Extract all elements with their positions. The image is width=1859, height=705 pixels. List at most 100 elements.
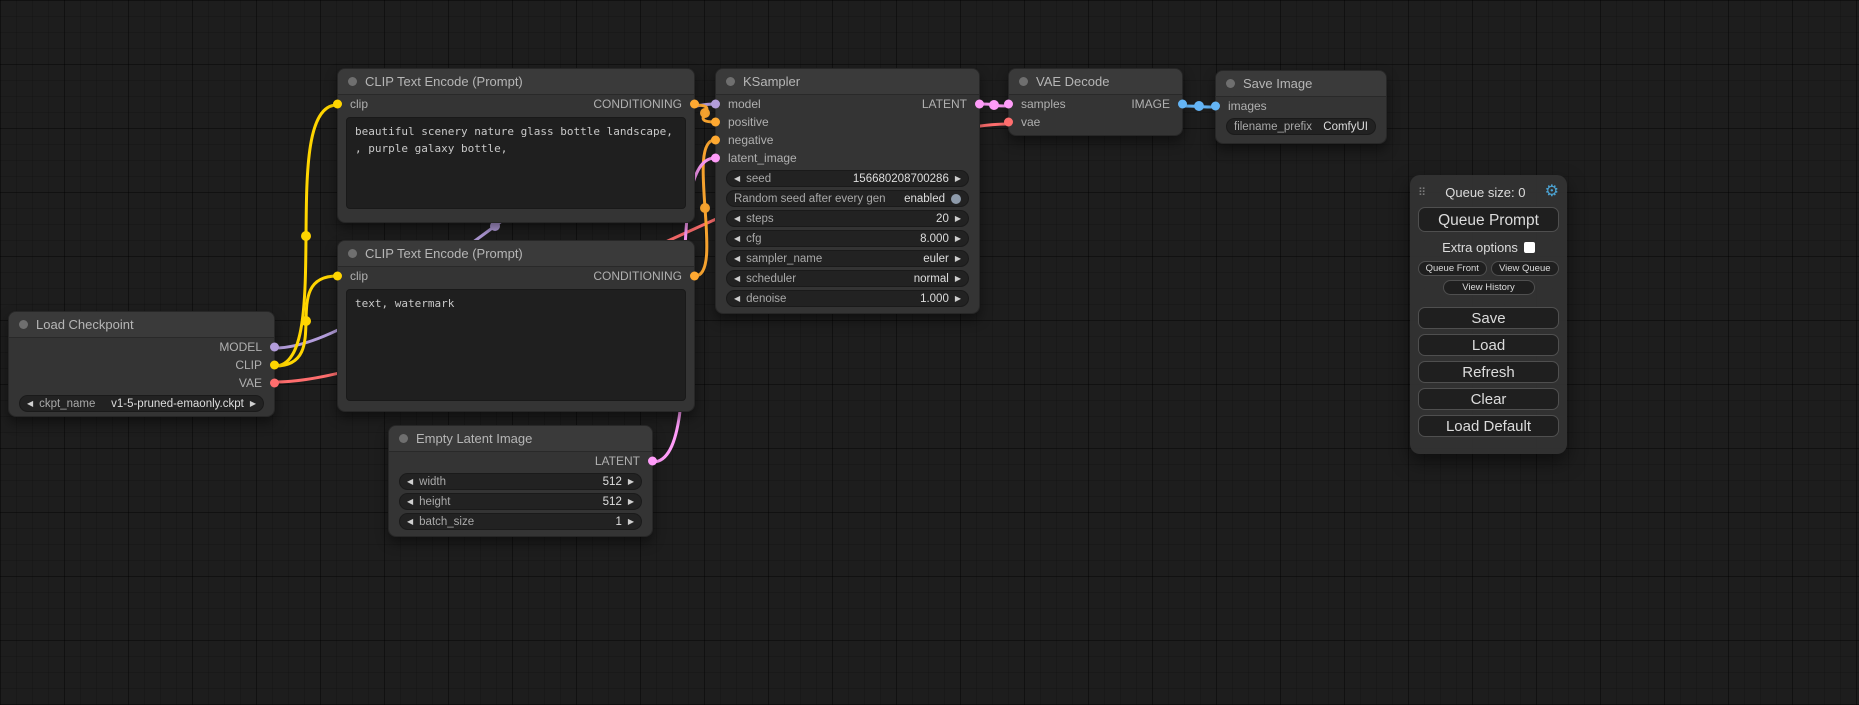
queue-prompt-button[interactable]: Queue Prompt bbox=[1418, 207, 1559, 232]
link-dot-clip-negative[interactable] bbox=[301, 316, 311, 326]
input-slot-latent-image[interactable] bbox=[711, 154, 720, 163]
input-slot-positive[interactable] bbox=[711, 118, 720, 127]
increment-arrow-icon[interactable]: ▶ bbox=[955, 175, 961, 183]
collapse-dot[interactable] bbox=[1019, 77, 1028, 86]
slot-row: model LATENT bbox=[716, 95, 979, 113]
collapse-dot[interactable] bbox=[399, 434, 408, 443]
input-slot-clip[interactable] bbox=[333, 272, 342, 281]
widget-ckpt-name[interactable]: ◀ ckpt_name v1-5-pruned-emaonly.ckpt ▶ bbox=[19, 395, 264, 412]
increment-arrow-icon[interactable]: ▶ bbox=[628, 498, 634, 506]
prompt-textarea[interactable]: beautiful scenery nature glass bottle la… bbox=[346, 117, 686, 209]
view-queue-button[interactable]: View Queue bbox=[1491, 261, 1560, 276]
decrement-arrow-icon[interactable]: ◀ bbox=[734, 255, 740, 263]
graph-canvas[interactable]: { "colors": { "model": "#B39DDB", "clip"… bbox=[0, 0, 1859, 705]
input-label: samples bbox=[1021, 97, 1066, 111]
input-slot-model[interactable] bbox=[711, 100, 720, 109]
save-button[interactable]: Save bbox=[1418, 307, 1559, 329]
prompt-textarea[interactable]: text, watermark bbox=[346, 289, 686, 401]
node-clip-text-encode-negative[interactable]: CLIP Text Encode (Prompt) clip CONDITION… bbox=[337, 240, 695, 412]
output-slot-image[interactable] bbox=[1178, 100, 1187, 109]
decrement-arrow-icon[interactable]: ◀ bbox=[407, 498, 413, 506]
widget-height[interactable]: ◀ height 512 ▶ bbox=[399, 493, 642, 510]
widget-seed[interactable]: ◀ seed 156680208700286 ▶ bbox=[726, 170, 969, 187]
increment-arrow-icon[interactable]: ▶ bbox=[250, 400, 256, 408]
increment-arrow-icon[interactable]: ▶ bbox=[955, 215, 961, 223]
node-vae-decode[interactable]: VAE Decode samples IMAGE vae bbox=[1008, 68, 1183, 136]
increment-arrow-icon[interactable]: ▶ bbox=[955, 255, 961, 263]
input-slot-negative[interactable] bbox=[711, 136, 720, 145]
collapse-dot[interactable] bbox=[19, 320, 28, 329]
input-slot-samples[interactable] bbox=[1004, 100, 1013, 109]
drag-handle-icon[interactable]: ⠿ bbox=[1418, 186, 1426, 199]
link-dot-conditioning-positive[interactable] bbox=[700, 108, 710, 118]
widget-sampler-name[interactable]: ◀ sampler_name euler ▶ bbox=[726, 250, 969, 267]
view-history-button[interactable]: View History bbox=[1443, 280, 1535, 295]
extra-options-label: Extra options bbox=[1442, 240, 1518, 255]
collapse-dot[interactable] bbox=[348, 77, 357, 86]
collapse-dot[interactable] bbox=[726, 77, 735, 86]
load-button[interactable]: Load bbox=[1418, 334, 1559, 356]
increment-arrow-icon[interactable]: ▶ bbox=[955, 295, 961, 303]
refresh-button[interactable]: Refresh bbox=[1418, 361, 1559, 383]
link-dot-clip-positive[interactable] bbox=[301, 231, 311, 241]
load-default-button[interactable]: Load Default bbox=[1418, 415, 1559, 437]
output-slot-latent[interactable] bbox=[975, 100, 984, 109]
node-clip-text-encode-positive[interactable]: CLIP Text Encode (Prompt) clip CONDITION… bbox=[337, 68, 695, 223]
node-title-bar[interactable]: KSampler bbox=[716, 69, 979, 95]
increment-arrow-icon[interactable]: ▶ bbox=[628, 518, 634, 526]
input-slot-clip[interactable] bbox=[333, 100, 342, 109]
widget-seed-control[interactable]: Random seed after every gen enabled bbox=[726, 190, 969, 207]
input-slot-vae[interactable] bbox=[1004, 118, 1013, 127]
decrement-arrow-icon[interactable]: ◀ bbox=[407, 478, 413, 486]
output-slot-conditioning[interactable] bbox=[690, 100, 699, 109]
decrement-arrow-icon[interactable]: ◀ bbox=[734, 215, 740, 223]
output-slot-clip[interactable] bbox=[270, 361, 279, 370]
widget-batch-size[interactable]: ◀ batch_size 1 ▶ bbox=[399, 513, 642, 530]
node-title-bar[interactable]: CLIP Text Encode (Prompt) bbox=[338, 241, 694, 267]
widget-value: 512 bbox=[603, 496, 622, 508]
widget-cfg[interactable]: ◀ cfg 8.000 ▶ bbox=[726, 230, 969, 247]
input-slot-images[interactable] bbox=[1211, 102, 1220, 111]
node-title: Load Checkpoint bbox=[36, 317, 134, 332]
link-dot-conditioning-negative[interactable] bbox=[700, 203, 710, 213]
decrement-arrow-icon[interactable]: ◀ bbox=[734, 295, 740, 303]
widget-denoise[interactable]: ◀ denoise 1.000 ▶ bbox=[726, 290, 969, 307]
widget-filename-prefix[interactable]: filename_prefix ComfyUI bbox=[1226, 118, 1376, 135]
extra-options-checkbox[interactable] bbox=[1524, 242, 1535, 253]
link-dot-latent-samples[interactable] bbox=[989, 100, 999, 110]
node-save-image[interactable]: Save Image images filename_prefix ComfyU… bbox=[1215, 70, 1387, 144]
node-title-bar[interactable]: Empty Latent Image bbox=[389, 426, 652, 452]
link-dot-image[interactable] bbox=[1194, 101, 1204, 111]
node-title-bar[interactable]: CLIP Text Encode (Prompt) bbox=[338, 69, 694, 95]
output-slot-latent[interactable] bbox=[648, 457, 657, 466]
output-slot-model[interactable] bbox=[270, 343, 279, 352]
output-label: IMAGE bbox=[1131, 97, 1170, 111]
widget-width[interactable]: ◀ width 512 ▶ bbox=[399, 473, 642, 490]
node-title-bar[interactable]: Save Image bbox=[1216, 71, 1386, 97]
decrement-arrow-icon[interactable]: ◀ bbox=[734, 235, 740, 243]
increment-arrow-icon[interactable]: ▶ bbox=[955, 235, 961, 243]
decrement-arrow-icon[interactable]: ◀ bbox=[27, 400, 33, 408]
output-slot-conditioning[interactable] bbox=[690, 272, 699, 281]
gear-icon[interactable]: ⚙ bbox=[1545, 184, 1559, 200]
toggle-knob[interactable] bbox=[951, 194, 961, 204]
output-slot-vae[interactable] bbox=[270, 379, 279, 388]
widget-value: 8.000 bbox=[920, 233, 949, 245]
node-ksampler[interactable]: KSampler model LATENT positive negative … bbox=[715, 68, 980, 314]
clear-button[interactable]: Clear bbox=[1418, 388, 1559, 410]
increment-arrow-icon[interactable]: ▶ bbox=[628, 478, 634, 486]
widget-scheduler[interactable]: ◀ scheduler normal ▶ bbox=[726, 270, 969, 287]
node-title-bar[interactable]: VAE Decode bbox=[1009, 69, 1182, 95]
widget-label: height bbox=[419, 496, 450, 508]
widget-steps[interactable]: ◀ steps 20 ▶ bbox=[726, 210, 969, 227]
node-load-checkpoint[interactable]: Load Checkpoint MODEL CLIP VAE ◀ ckpt_na… bbox=[8, 311, 275, 417]
increment-arrow-icon[interactable]: ▶ bbox=[955, 275, 961, 283]
collapse-dot[interactable] bbox=[348, 249, 357, 258]
queue-front-button[interactable]: Queue Front bbox=[1418, 261, 1487, 276]
node-title-bar[interactable]: Load Checkpoint bbox=[9, 312, 274, 338]
collapse-dot[interactable] bbox=[1226, 79, 1235, 88]
decrement-arrow-icon[interactable]: ◀ bbox=[734, 175, 740, 183]
node-empty-latent-image[interactable]: Empty Latent Image LATENT ◀ width 512 ▶ … bbox=[388, 425, 653, 537]
decrement-arrow-icon[interactable]: ◀ bbox=[407, 518, 413, 526]
decrement-arrow-icon[interactable]: ◀ bbox=[734, 275, 740, 283]
